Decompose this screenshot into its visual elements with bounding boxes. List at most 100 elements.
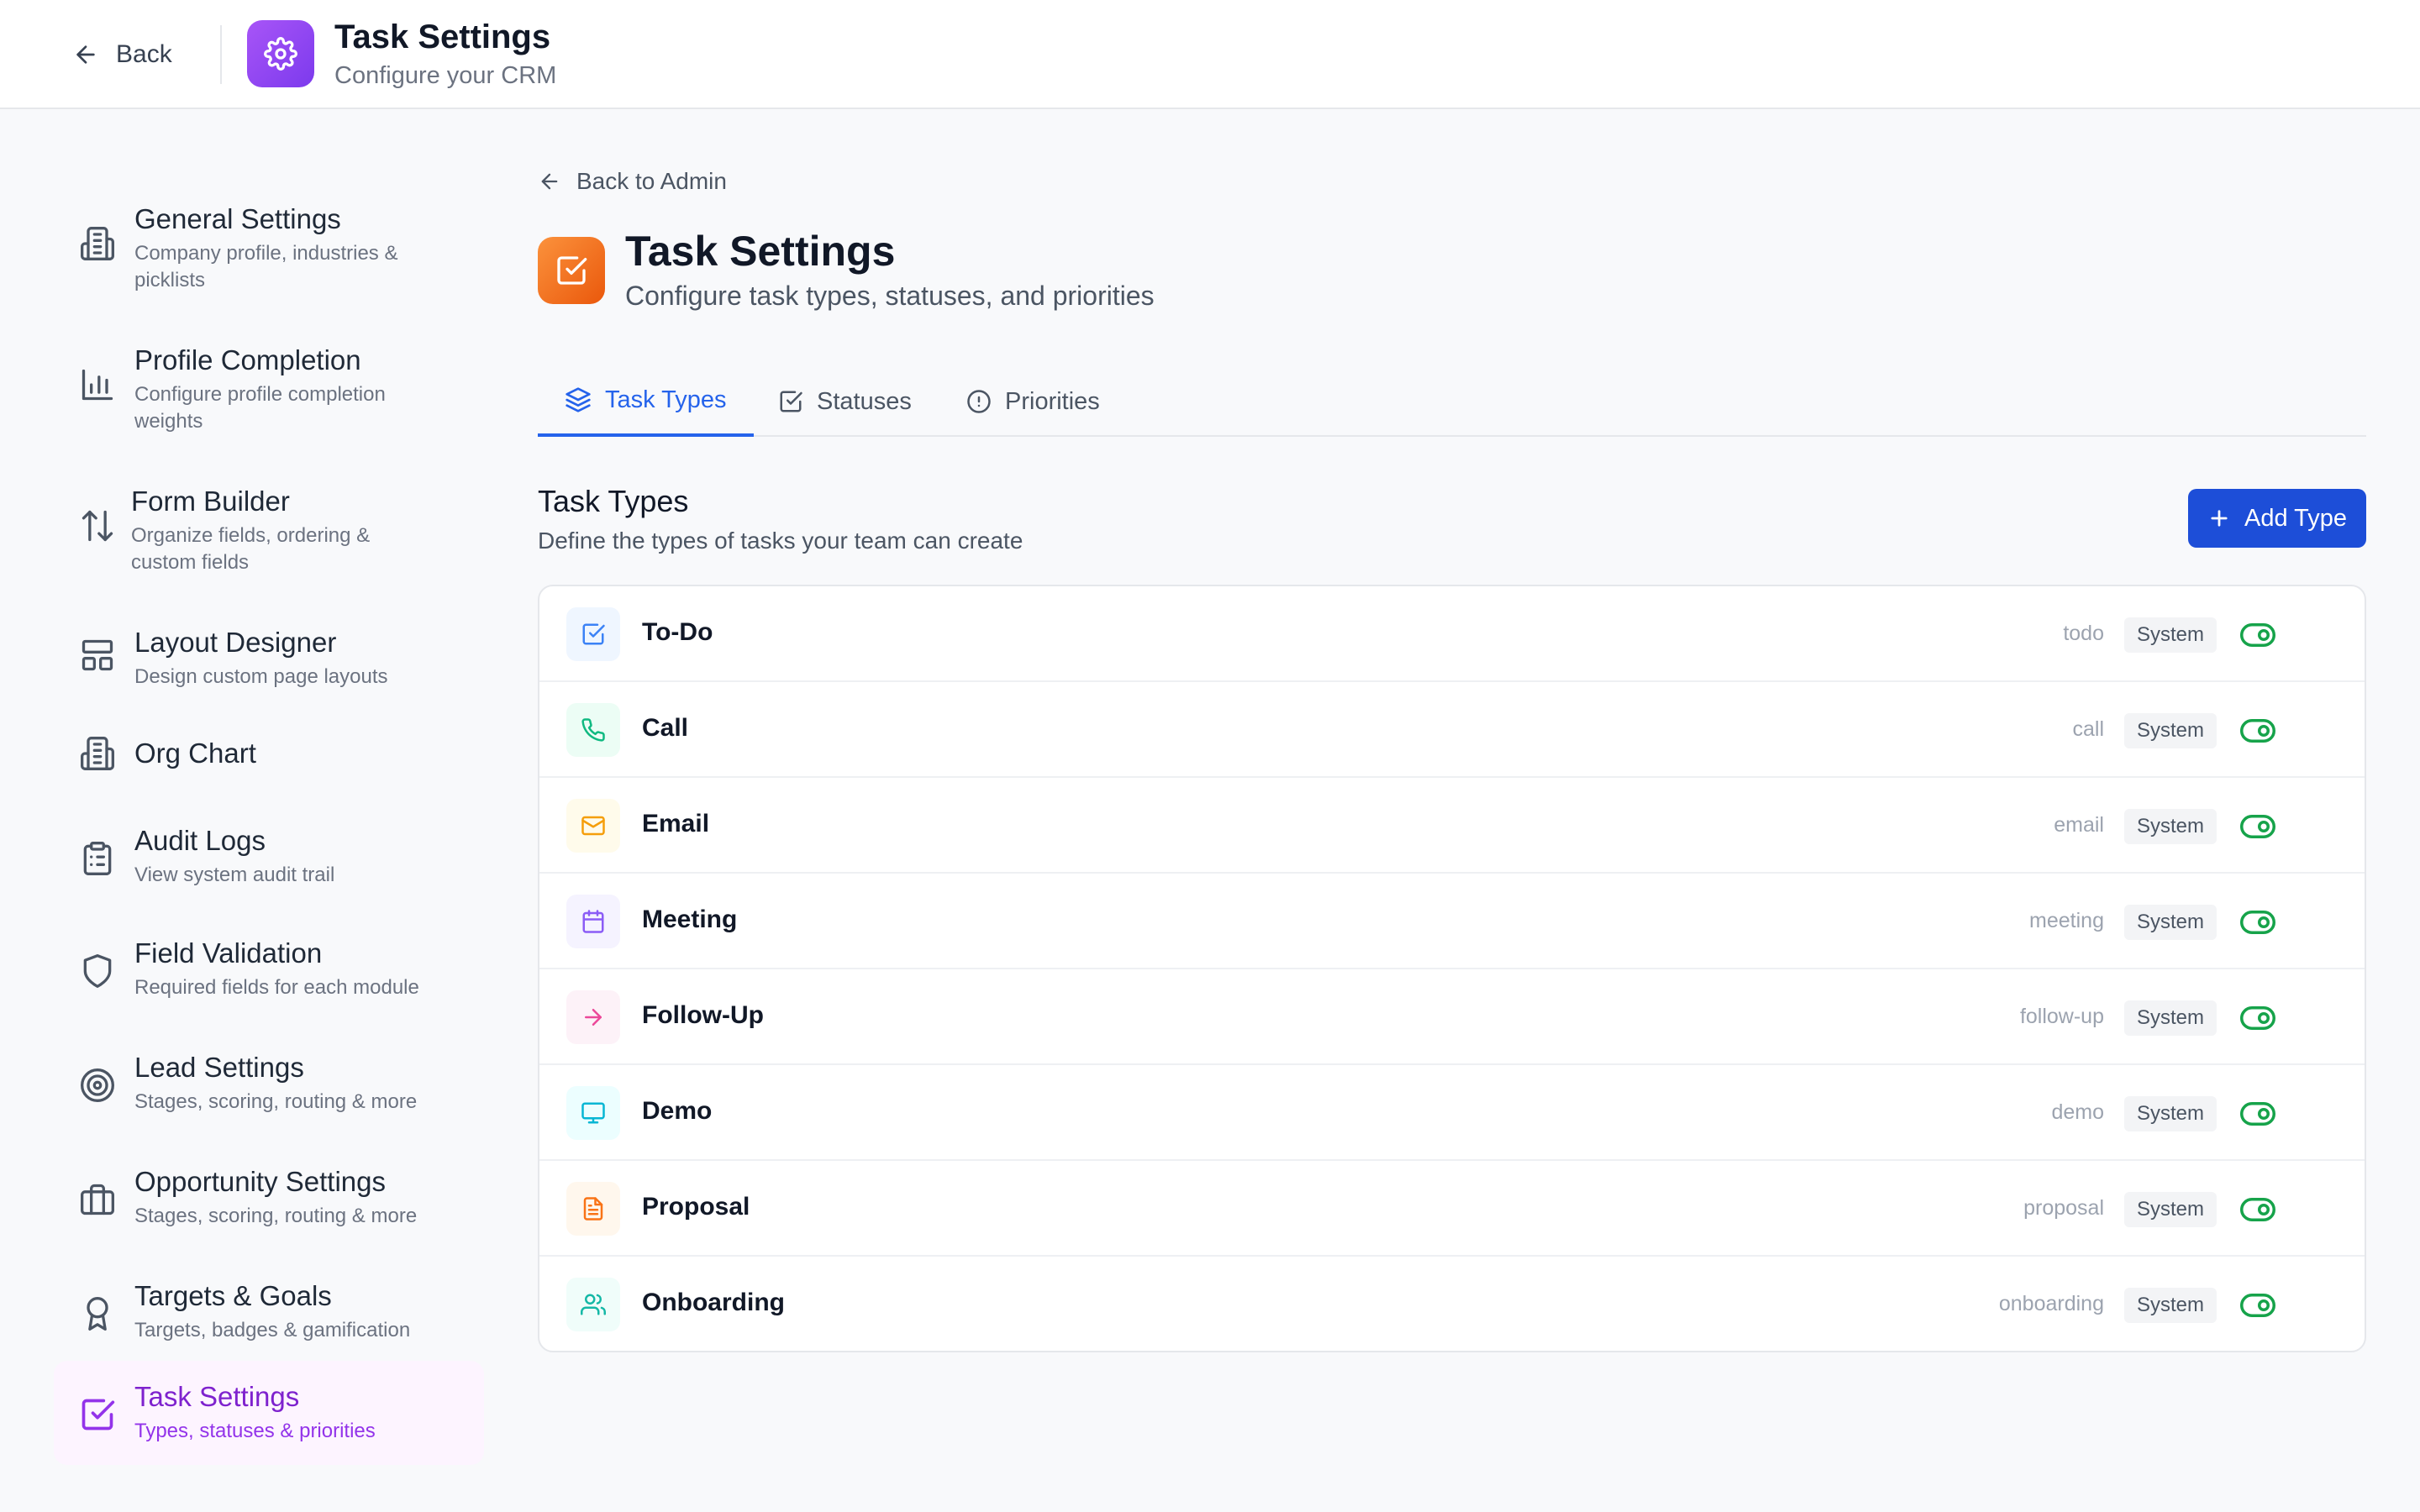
task-type-key: call xyxy=(2072,717,2104,741)
sidebar-item-title: Form Builder xyxy=(131,486,290,517)
sidebar-item-form-builder[interactable]: Form Builder Organize fields, ordering &… xyxy=(54,464,484,590)
sidebar-item-field-validation[interactable]: Field Validation Required fields for eac… xyxy=(54,917,484,1015)
toggle-on-icon[interactable] xyxy=(2240,1288,2275,1323)
task-type-name: Meeting xyxy=(642,906,738,933)
tab-task-types[interactable]: Task Types xyxy=(538,366,754,437)
gear-icon xyxy=(264,37,297,71)
arrow-right-icon xyxy=(585,1009,602,1026)
calendar-icon xyxy=(582,910,604,933)
sidebar-item-desc: Stages, scoring, routing & more xyxy=(134,1205,418,1227)
sidebar-item-title: Task Settings xyxy=(134,1381,300,1412)
layout-icon xyxy=(82,639,113,671)
page-subtitle: Configure task types, statuses, and prio… xyxy=(625,281,1155,311)
sidebar-item-org-chart[interactable]: Org Chart xyxy=(54,717,484,790)
sidebar-item-lead-settings[interactable]: Lead Settings Stages, scoring, routing &… xyxy=(54,1032,484,1129)
sidebar-item-desc: Organize fields, ordering & custom field… xyxy=(131,524,371,574)
task-type-name: Email xyxy=(642,810,710,837)
system-badge: System xyxy=(2124,1096,2217,1131)
app-title: Task Settings xyxy=(334,18,551,55)
task-type-row[interactable]: Call call System xyxy=(539,682,2365,778)
task-type-row[interactable]: Demo demo System xyxy=(539,1065,2365,1161)
app-subtitle: Configure your CRM xyxy=(334,62,557,89)
task-type-key: proposal xyxy=(2023,1196,2104,1220)
task-type-icon-tile xyxy=(566,607,620,661)
toggle-on-icon[interactable] xyxy=(2240,1000,2275,1036)
sidebar-item-title: Layout Designer xyxy=(134,627,337,658)
add-type-button[interactable]: Add Type xyxy=(2188,489,2366,548)
toggle-on-icon[interactable] xyxy=(2240,1192,2275,1227)
back-to-admin-link[interactable]: Back to Admin xyxy=(538,165,727,198)
check-square-icon xyxy=(557,256,587,285)
task-type-key: meeting xyxy=(2029,909,2104,932)
task-type-row[interactable]: To-Do todo System xyxy=(539,586,2365,682)
tab-label: Priorities xyxy=(1005,387,1100,415)
plus-icon xyxy=(2211,510,2228,527)
task-type-icon-tile xyxy=(566,1278,620,1331)
sidebar-item-desc: Targets, badges & gamification xyxy=(134,1319,411,1341)
task-type-icon-tile xyxy=(566,1086,620,1140)
sidebar-item-opportunity-settings[interactable]: Opportunity Settings Stages, scoring, ro… xyxy=(54,1146,484,1243)
task-type-name: To-Do xyxy=(642,618,713,646)
task-type-key: email xyxy=(2054,813,2104,837)
system-badge: System xyxy=(2124,617,2217,653)
tab-priorities[interactable]: Priorities xyxy=(939,366,1127,437)
phone-icon xyxy=(581,718,605,742)
sidebar-item-title: Org Chart xyxy=(134,738,256,769)
tab-label: Statuses xyxy=(817,387,912,415)
task-type-name: Follow-Up xyxy=(642,1001,764,1029)
alert-circle-icon xyxy=(967,390,991,413)
task-type-key: onboarding xyxy=(1998,1292,2104,1315)
sidebar-item-desc: View system audit trail xyxy=(134,864,335,886)
back-to-admin-label: Back to Admin xyxy=(576,168,727,194)
sidebar-item-title: Opportunity Settings xyxy=(134,1166,386,1197)
system-badge: System xyxy=(2124,1288,2217,1323)
building-icon xyxy=(81,227,114,260)
header-divider xyxy=(220,25,222,84)
bar-chart-icon xyxy=(82,369,113,401)
arrow-left-icon xyxy=(76,45,95,64)
sidebar-item-task-settings[interactable]: Task Settings Types, statuses & prioriti… xyxy=(54,1361,484,1465)
back-button[interactable]: Back xyxy=(72,35,172,74)
tab-bar: Task Types Statuses Priorities xyxy=(538,366,2366,437)
toggle-on-icon[interactable] xyxy=(2240,713,2275,748)
clipboard-list-icon xyxy=(83,842,112,875)
top-bar: Back Task Settings Configure your CRM xyxy=(0,0,2420,109)
task-type-row[interactable]: Follow-Up follow-up System xyxy=(539,969,2365,1065)
check-square-icon xyxy=(82,1399,115,1431)
toggle-on-icon[interactable] xyxy=(2240,617,2275,653)
system-badge: System xyxy=(2124,713,2217,748)
task-type-row[interactable]: Proposal proposal System xyxy=(539,1161,2365,1257)
toggle-on-icon[interactable] xyxy=(2240,1096,2275,1131)
task-type-icon-tile xyxy=(566,703,620,757)
sort-arrows-icon xyxy=(82,510,113,542)
sidebar-item-title: Lead Settings xyxy=(134,1052,304,1083)
users-icon xyxy=(581,1294,606,1315)
sidebar-item-profile-completion[interactable]: Profile Completion Configure profile com… xyxy=(54,323,484,449)
toggle-on-icon[interactable] xyxy=(2240,905,2275,940)
task-type-row[interactable]: Onboarding onboarding System xyxy=(539,1257,2365,1351)
sidebar-item-layout-designer[interactable]: Layout Designer Design custom page layou… xyxy=(54,605,484,702)
task-type-icon-tile xyxy=(566,1182,620,1236)
add-type-label: Add Type xyxy=(2244,504,2347,532)
tab-statuses[interactable]: Statuses xyxy=(751,366,939,437)
task-type-list: To-Do todo System Call call System Email… xyxy=(538,585,2366,1352)
page-badge xyxy=(538,237,605,304)
page-title: Task Settings xyxy=(625,228,896,275)
task-type-row[interactable]: Meeting meeting System xyxy=(539,874,2365,969)
task-type-row[interactable]: Email email System xyxy=(539,778,2365,874)
mail-icon xyxy=(581,816,605,836)
task-type-key: todo xyxy=(2063,622,2104,645)
sidebar-item-audit-logs[interactable]: Audit Logs View system audit trail xyxy=(54,805,484,902)
sidebar-item-desc: Types, statuses & priorities xyxy=(134,1420,376,1442)
sidebar-item-general-settings[interactable]: General Settings Company profile, indust… xyxy=(54,181,484,307)
task-type-name: Proposal xyxy=(642,1193,750,1221)
sidebar-item-targets-goals[interactable]: Targets & Goals Targets, badges & gamifi… xyxy=(54,1260,484,1357)
task-type-icon-tile xyxy=(566,799,620,853)
arrow-left-icon xyxy=(541,173,558,190)
toggle-on-icon[interactable] xyxy=(2240,809,2275,844)
sidebar-item-desc: Configure profile completion weights xyxy=(134,383,386,433)
sidebar-item-title: General Settings xyxy=(134,203,341,234)
sidebar-item-desc: Company profile, industries & picklists xyxy=(134,242,398,291)
sidebar-item-desc: Design custom page layouts xyxy=(134,665,388,688)
system-badge: System xyxy=(2124,1000,2217,1036)
